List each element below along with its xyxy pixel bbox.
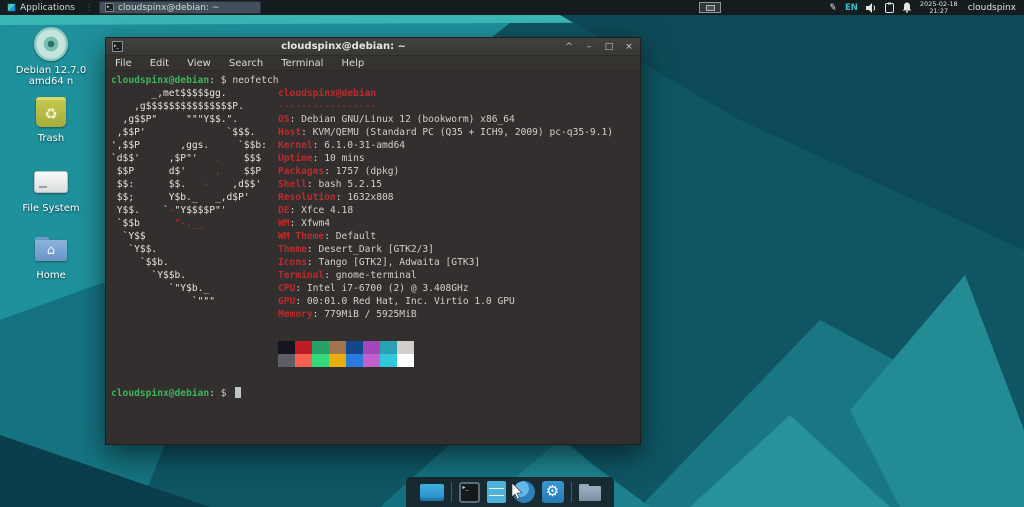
command-line: cloudspinx@debian: $ neofetch [111, 74, 640, 87]
neofetch-info-row: WM Theme: Default [278, 230, 613, 243]
terminal-icon: ▸_ [105, 3, 114, 12]
text-cursor [235, 387, 241, 398]
palette-swatch [295, 341, 312, 354]
home-folder-icon: ⌂ [35, 237, 67, 261]
desktop-icon-label: Debian 12.7.0 amd64 n [12, 65, 90, 87]
hard-drive-icon [34, 171, 68, 193]
clipboard-icon[interactable] [885, 2, 894, 13]
neofetch-info-row: CPU: Intel i7-6700 (2) @ 3.408GHz [278, 282, 613, 295]
taskbar-window-label: cloudspinx@debian: ~ [118, 3, 219, 13]
desktop-icon-trash[interactable]: ♻ Trash [12, 94, 90, 144]
neofetch-info-row: Memory: 779MiB / 5925MiB [278, 308, 613, 321]
palette-swatch [295, 354, 312, 367]
neofetch-header: cloudspinx@debian [278, 87, 613, 100]
neofetch-info-row: Resolution: 1632x808 [278, 191, 613, 204]
neofetch-output: _,met$$$$$gg. ,g$$$$$$$$$$$$$$$P. ,g$$P"… [111, 87, 640, 321]
menu-item-terminal[interactable]: Terminal [272, 58, 332, 69]
menu-item-help[interactable]: Help [332, 58, 373, 69]
neofetch-info-row: Packages: 1757 (dpkg) [278, 165, 613, 178]
menu-item-view[interactable]: View [178, 58, 220, 69]
minimize-button[interactable]: – [584, 42, 594, 52]
volume-icon[interactable] [866, 3, 877, 13]
palette-swatch [278, 354, 295, 367]
palette-swatch [312, 354, 329, 367]
taskbar-window-button[interactable]: ▸_ cloudspinx@debian: ~ [99, 1, 261, 14]
desktop-icon-label: File System [12, 203, 90, 214]
shade-button[interactable]: ^ [564, 42, 574, 52]
neofetch-info: cloudspinx@debian-----------------OS: De… [278, 87, 613, 321]
neofetch-info-row: OS: Debian GNU/Linux 12 (bookworm) x86_6… [278, 113, 613, 126]
keyboard-layout-indicator[interactable]: EN [845, 3, 858, 13]
panel-clock[interactable]: 2025-02-18 21:27 [920, 1, 958, 15]
dock-settings-icon[interactable]: ⚙ [542, 481, 564, 503]
desktop-icon-home[interactable]: ⌂ Home [12, 231, 90, 281]
window-controls: ^ – □ × [564, 42, 634, 52]
neofetch-info-row: Shell: bash 5.2.15 [278, 178, 613, 191]
dock-folder-icon[interactable] [579, 484, 601, 501]
applications-menu-label: Applications [20, 3, 75, 13]
menu-item-file[interactable]: File [106, 58, 141, 69]
neofetch-info-row: Theme: Desert_Dark [GTK2/3] [278, 243, 613, 256]
palette-swatch [329, 354, 346, 367]
neofetch-info-row: Host: KVM/QEMU (Standard PC (Q35 + ICH9,… [278, 126, 613, 139]
desktop-icon-label: Trash [12, 133, 90, 144]
workspace-window-thumb [706, 5, 715, 11]
system-tray: ✎ EN 2025-02-18 21:27 cloudspinx [829, 1, 1024, 15]
window-terminal-icon: ▸_ [112, 41, 123, 52]
palette-swatch [329, 341, 346, 354]
notes-pencil-icon[interactable]: ✎ [829, 2, 838, 13]
neofetch-info-row: Kernel: 6.1.0-31-amd64 [278, 139, 613, 152]
palette-swatch [363, 354, 380, 367]
palette-swatch [380, 354, 397, 367]
neofetch-info-row: DE: Xfce 4.18 [278, 204, 613, 217]
palette-swatch [312, 341, 329, 354]
palette-swatch [380, 341, 397, 354]
desktop-icon-cdrom[interactable]: Debian 12.7.0 amd64 n [12, 26, 90, 87]
neofetch-separator: ----------------- [278, 100, 613, 113]
applications-menu-icon [7, 3, 16, 12]
palette-swatch [346, 341, 363, 354]
palette-swatch [397, 354, 414, 367]
cdrom-disc-icon [34, 27, 68, 61]
terminal-window: ▸_ cloudspinx@debian: ~ ^ – □ × FileEdit… [105, 37, 641, 445]
dock-file-manager-icon[interactable] [487, 481, 506, 503]
desktop-icon-filesystem[interactable]: File System [12, 164, 90, 214]
applications-menu-button[interactable]: Applications [0, 0, 82, 15]
menu-bar: FileEditViewSearchTerminalHelp [106, 56, 640, 71]
maximize-button[interactable]: □ [604, 42, 614, 52]
top-panel: Applications ⋮ ▸_ cloudspinx@debian: ~ ✎… [0, 0, 1024, 15]
neofetch-info-row: Terminal: gnome-terminal [278, 269, 613, 282]
notification-bell-icon[interactable] [902, 2, 912, 13]
workspace-switcher[interactable] [699, 2, 721, 13]
panel-username[interactable]: cloudspinx [966, 3, 1016, 13]
palette-swatch [346, 354, 363, 367]
terminal-screen[interactable]: cloudspinx@debian: $ neofetch _,met$$$$$… [106, 71, 640, 444]
close-button[interactable]: × [624, 42, 634, 52]
show-desktop-icon[interactable] [420, 484, 444, 501]
shell-prompt: cloudspinx@debian: $ [111, 387, 640, 400]
debian-ascii-logo: _,met$$$$$gg. ,g$$$$$$$$$$$$$$$P. ,g$$P"… [111, 87, 267, 308]
neofetch-info-row: Uptime: 10 mins [278, 152, 613, 165]
palette-swatch [397, 341, 414, 354]
clock-time: 21:27 [929, 7, 948, 15]
menu-item-search[interactable]: Search [220, 58, 272, 69]
palette-swatch [363, 341, 380, 354]
terminal-color-palette [278, 341, 640, 367]
neofetch-info-row: WM: Xfwm4 [278, 217, 613, 230]
dock-separator [451, 482, 452, 502]
dock-web-browser-icon[interactable] [513, 481, 535, 503]
neofetch-info-row: Icons: Tango [GTK2], Adwaita [GTK3] [278, 256, 613, 269]
neofetch-info-row: GPU: 00:01.0 Red Hat, Inc. Virtio 1.0 GP… [278, 295, 613, 308]
dock-terminal-icon[interactable]: ▸_ [459, 482, 480, 503]
window-title: cloudspinx@debian: ~ [123, 41, 564, 52]
panel-handle: ⋮ [82, 3, 95, 12]
palette-swatch [278, 341, 295, 354]
trash-icon: ♻ [36, 97, 66, 127]
desktop-icon-label: Home [12, 270, 90, 281]
dock-separator [571, 482, 572, 502]
dock: ▸_ ⚙ [406, 477, 614, 507]
menu-item-edit[interactable]: Edit [141, 58, 178, 69]
window-titlebar[interactable]: ▸_ cloudspinx@debian: ~ ^ – □ × [106, 38, 640, 56]
